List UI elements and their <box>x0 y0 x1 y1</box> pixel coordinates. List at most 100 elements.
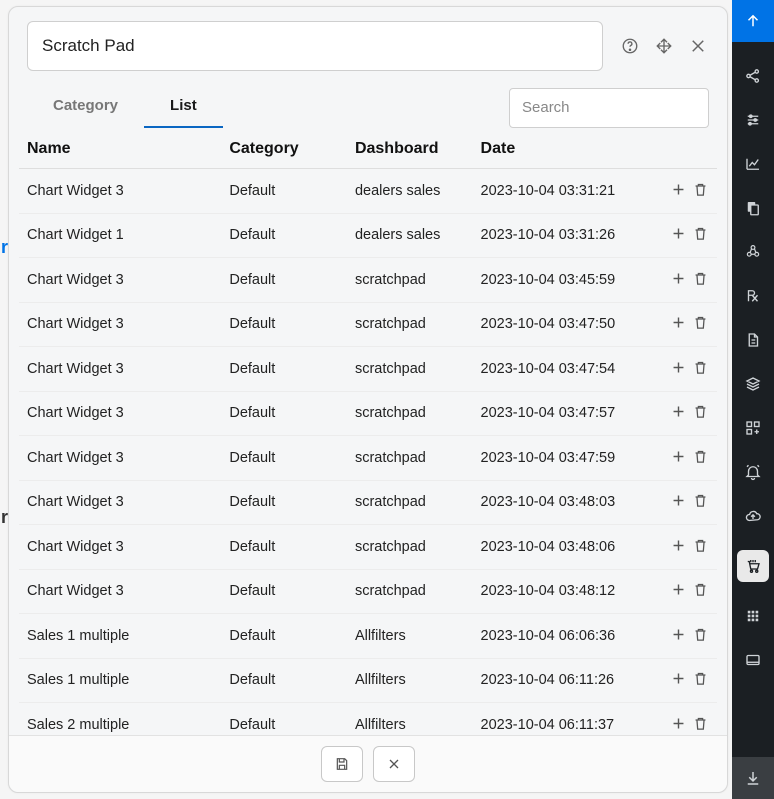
cloud-icon[interactable] <box>743 506 763 526</box>
cell-date: 2023-10-04 03:31:26 <box>473 213 661 258</box>
cell-dashboard: scratchpad <box>347 391 473 436</box>
col-category[interactable]: Category <box>221 128 347 169</box>
table-row[interactable]: Chart Widget 3Defaultscratchpad2023-10-0… <box>19 258 717 303</box>
add-icon[interactable] <box>669 358 687 376</box>
cell-dashboard: scratchpad <box>347 347 473 392</box>
delete-icon[interactable] <box>691 447 709 465</box>
add-icon[interactable] <box>669 492 687 510</box>
bell-icon[interactable] <box>743 462 763 482</box>
table-row[interactable]: Chart Widget 3Defaultscratchpad2023-10-0… <box>19 569 717 614</box>
cell-dashboard: dealers sales <box>347 169 473 214</box>
delete-icon[interactable] <box>691 403 709 421</box>
cell-dashboard: scratchpad <box>347 436 473 481</box>
cell-date: 2023-10-04 03:47:54 <box>473 347 661 392</box>
cell-category: Default <box>221 703 347 736</box>
cell-category: Default <box>221 169 347 214</box>
save-button[interactable] <box>321 746 363 782</box>
table-row[interactable]: Chart Widget 3Defaultscratchpad2023-10-0… <box>19 525 717 570</box>
tab-list[interactable]: List <box>144 87 223 128</box>
col-date[interactable]: Date <box>473 128 661 169</box>
cell-category: Default <box>221 391 347 436</box>
cell-dashboard: scratchpad <box>347 569 473 614</box>
table-row[interactable]: Chart Widget 3Defaultscratchpad2023-10-0… <box>19 302 717 347</box>
cell-name: Chart Widget 3 <box>19 302 221 347</box>
add-icon[interactable] <box>669 314 687 332</box>
cell-name: Chart Widget 1 <box>19 213 221 258</box>
table-row[interactable]: Chart Widget 3Defaultscratchpad2023-10-0… <box>19 347 717 392</box>
add-icon[interactable] <box>669 269 687 287</box>
tab-category[interactable]: Category <box>27 87 144 128</box>
cell-name: Chart Widget 3 <box>19 347 221 392</box>
cell-name: Sales 1 multiple <box>19 658 221 703</box>
col-dashboard[interactable]: Dashboard <box>347 128 473 169</box>
table-row[interactable]: Sales 1 multipleDefaultAllfilters2023-10… <box>19 658 717 703</box>
cell-date: 2023-10-04 03:47:59 <box>473 436 661 481</box>
cell-dashboard: scratchpad <box>347 258 473 303</box>
add-icon[interactable] <box>669 225 687 243</box>
cell-date: 2023-10-04 06:11:26 <box>473 658 661 703</box>
close-icon[interactable] <box>687 35 709 57</box>
cell-name: Sales 2 multiple <box>19 703 221 736</box>
sliders-icon[interactable] <box>743 110 763 130</box>
cell-name: Chart Widget 3 <box>19 391 221 436</box>
cell-dashboard: scratchpad <box>347 525 473 570</box>
delete-icon[interactable] <box>691 180 709 198</box>
add-icon[interactable] <box>669 447 687 465</box>
cell-date: 2023-10-04 06:06:36 <box>473 614 661 659</box>
cell-dashboard: Allfilters <box>347 614 473 659</box>
add-icon[interactable] <box>669 180 687 198</box>
delete-icon[interactable] <box>691 314 709 332</box>
add-icon[interactable] <box>669 670 687 688</box>
cell-category: Default <box>221 302 347 347</box>
add-icon[interactable] <box>669 403 687 421</box>
table-row[interactable]: Chart Widget 3Defaultscratchpad2023-10-0… <box>19 480 717 525</box>
table-row[interactable]: Sales 1 multipleDefaultAllfilters2023-10… <box>19 614 717 659</box>
delete-icon[interactable] <box>691 581 709 599</box>
delete-icon[interactable] <box>691 670 709 688</box>
cube-icon[interactable] <box>743 242 763 262</box>
add-icon[interactable] <box>669 581 687 599</box>
panel-icon[interactable] <box>743 650 763 670</box>
table-row[interactable]: Chart Widget 3Defaultscratchpad2023-10-0… <box>19 436 717 481</box>
search-input[interactable] <box>509 88 709 128</box>
title-input[interactable] <box>27 21 603 71</box>
rx-icon[interactable] <box>743 286 763 306</box>
table-row[interactable]: Chart Widget 3Defaultdealers sales2023-1… <box>19 169 717 214</box>
cell-date: 2023-10-04 03:31:21 <box>473 169 661 214</box>
chart-icon[interactable] <box>743 154 763 174</box>
cell-category: Default <box>221 213 347 258</box>
help-icon[interactable] <box>619 35 641 57</box>
apps-icon[interactable] <box>743 606 763 626</box>
delete-icon[interactable] <box>691 225 709 243</box>
table-row[interactable]: Sales 2 multipleDefaultAllfilters2023-10… <box>19 703 717 736</box>
table-row[interactable]: Chart Widget 1Defaultdealers sales2023-1… <box>19 213 717 258</box>
col-name[interactable]: Name <box>19 128 221 169</box>
add-icon[interactable] <box>669 536 687 554</box>
delete-icon[interactable] <box>691 714 709 732</box>
cell-dashboard: scratchpad <box>347 480 473 525</box>
cancel-button[interactable] <box>373 746 415 782</box>
cell-date: 2023-10-04 03:48:03 <box>473 480 661 525</box>
grid-icon[interactable] <box>743 418 763 438</box>
add-icon[interactable] <box>669 714 687 732</box>
table-row[interactable]: Chart Widget 3Defaultscratchpad2023-10-0… <box>19 391 717 436</box>
add-icon[interactable] <box>669 625 687 643</box>
download-button[interactable] <box>732 757 774 799</box>
collapse-sidebar-button[interactable] <box>732 0 774 42</box>
cart-icon[interactable] <box>737 550 769 582</box>
delete-icon[interactable] <box>691 536 709 554</box>
share-icon[interactable] <box>743 66 763 86</box>
cell-category: Default <box>221 258 347 303</box>
layers-icon[interactable] <box>743 374 763 394</box>
cell-category: Default <box>221 347 347 392</box>
move-icon[interactable] <box>653 35 675 57</box>
copy-icon[interactable] <box>743 198 763 218</box>
cell-name: Chart Widget 3 <box>19 436 221 481</box>
delete-icon[interactable] <box>691 625 709 643</box>
cell-category: Default <box>221 436 347 481</box>
delete-icon[interactable] <box>691 358 709 376</box>
cell-category: Default <box>221 569 347 614</box>
document-icon[interactable] <box>743 330 763 350</box>
delete-icon[interactable] <box>691 269 709 287</box>
delete-icon[interactable] <box>691 492 709 510</box>
